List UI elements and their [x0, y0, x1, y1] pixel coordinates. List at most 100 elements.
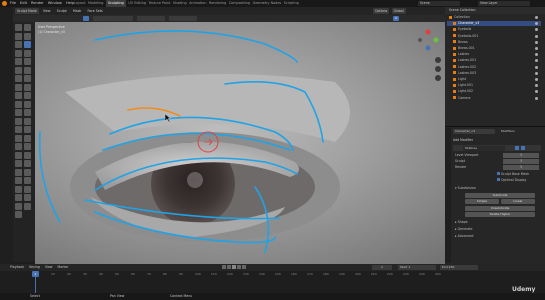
- timeline-marker-menu[interactable]: Marker: [58, 265, 69, 269]
- outliner-item[interactable]: Lashes.001: [447, 58, 541, 63]
- tool-annotate-icon[interactable]: [15, 211, 22, 218]
- radius-field[interactable]: [137, 16, 165, 21]
- object-name-field[interactable]: Character_v3: [453, 129, 495, 134]
- tool-mask-icon[interactable]: [15, 134, 22, 142]
- tool-scrape-icon[interactable]: [15, 75, 22, 82]
- outliner-item[interactable]: Character_v3: [447, 21, 541, 27]
- menu-edit[interactable]: Edit: [20, 0, 27, 7]
- tab-rendering[interactable]: Rendering: [209, 0, 226, 7]
- outliner-item[interactable]: Collection: [447, 15, 541, 20]
- tool-grab-icon[interactable]: [24, 83, 31, 91]
- tool-mask-by-color-icon[interactable]: [24, 185, 31, 193]
- visibility-eye-icon[interactable]: [535, 90, 538, 94]
- view-layer-selector[interactable]: View Layer: [478, 1, 530, 6]
- visibility-eye-icon[interactable]: [535, 34, 538, 38]
- tool-pose-icon[interactable]: [24, 100, 31, 108]
- subdivide-button[interactable]: Subdivide: [465, 193, 535, 198]
- outliner-item[interactable]: Lashes.002: [447, 65, 541, 70]
- current-frame-field[interactable]: 1: [372, 265, 392, 270]
- unsubdivide-button[interactable]: Unsubdivide: [465, 206, 535, 211]
- blender-logo-icon[interactable]: [2, 1, 7, 6]
- visibility-eye-icon[interactable]: [535, 71, 538, 75]
- outliner-item[interactable]: Camera: [447, 96, 541, 101]
- tool-multiplane-scrape-icon[interactable]: [24, 75, 31, 82]
- end-frame-field[interactable]: End 250: [440, 265, 478, 270]
- outliner-item[interactable]: Light.001: [447, 83, 541, 88]
- menu-view[interactable]: View: [41, 8, 53, 14]
- sculpt-base-checkbox[interactable]: [497, 172, 500, 175]
- tool-clay-icon[interactable]: [15, 32, 22, 40]
- tool-fill-icon[interactable]: [24, 66, 31, 74]
- global-menu[interactable]: Global: [391, 8, 406, 14]
- tab-shading[interactable]: Shading: [173, 0, 187, 7]
- tool-draw-sharp-icon[interactable]: [24, 24, 31, 31]
- tool-layer-icon[interactable]: [24, 41, 31, 48]
- options-menu[interactable]: Options: [373, 8, 390, 14]
- render-level-field[interactable]: 3: [503, 165, 539, 170]
- symmetry-x-button[interactable]: X: [393, 16, 399, 21]
- visibility-eye-icon[interactable]: [535, 47, 538, 50]
- tool-elastic-deform-icon[interactable]: [15, 92, 22, 99]
- menu-face-sets[interactable]: Face Sets: [86, 8, 105, 14]
- outliner-item[interactable]: Eyeballs.001: [447, 34, 541, 39]
- visibility-eye-icon[interactable]: [535, 59, 538, 63]
- tool-slide-relax-icon[interactable]: [15, 117, 22, 125]
- modifier-name-field[interactable]: Multires: [463, 145, 505, 151]
- tool-simplify-icon[interactable]: [24, 126, 31, 133]
- tab-sculpting[interactable]: Sculpting: [105, 0, 126, 7]
- tool-draw-face-sets-icon[interactable]: [24, 134, 31, 142]
- outliner-item[interactable]: Brows.001: [447, 46, 541, 51]
- level-viewport-field[interactable]: 3: [503, 153, 539, 158]
- sculpt-level-field[interactable]: 3: [503, 159, 539, 164]
- tool-mesh-filter-icon[interactable]: [24, 168, 31, 176]
- render-toggle-icon[interactable]: [521, 146, 525, 150]
- tab-uv-editing[interactable]: UV Editing: [128, 0, 146, 7]
- brush-selector[interactable]: [93, 16, 133, 21]
- tool-nudge-icon[interactable]: [15, 109, 22, 116]
- tool-lasso-trim-icon[interactable]: [24, 160, 31, 167]
- optimal-display-checkbox[interactable]: [497, 178, 500, 181]
- outliner-item[interactable]: Lashes.003: [447, 71, 541, 76]
- tool-rotate-gizmo-icon[interactable]: [24, 194, 31, 201]
- subdivision-section[interactable]: ▾ Subdivision: [455, 186, 545, 191]
- timeline-playback-menu[interactable]: Playback: [10, 265, 24, 269]
- mode-selector[interactable]: Sculpt Mode: [15, 8, 39, 14]
- outliner-item[interactable]: Light: [447, 77, 541, 82]
- timeline-keying-menu[interactable]: Keying: [29, 265, 40, 269]
- tool-move-icon[interactable]: [15, 194, 22, 201]
- next-key-icon[interactable]: [237, 265, 241, 269]
- scene-selector[interactable]: Scene: [418, 1, 460, 6]
- visibility-eye-icon[interactable]: [535, 40, 538, 44]
- strength-field[interactable]: [169, 16, 197, 21]
- outliner-item[interactable]: Eyeballs: [447, 27, 541, 32]
- tab-layout[interactable]: Layout: [74, 0, 86, 7]
- jump-end-icon[interactable]: [242, 265, 246, 269]
- play-icon[interactable]: [232, 265, 236, 269]
- tool-thumb-icon[interactable]: [15, 100, 22, 108]
- visibility-eye-icon[interactable]: [535, 16, 538, 19]
- realtime-toggle-icon[interactable]: [515, 146, 519, 150]
- prev-key-icon[interactable]: [227, 265, 231, 269]
- visibility-eye-icon[interactable]: [535, 22, 538, 26]
- add-modifier-button[interactable]: Add Modifier: [453, 138, 541, 143]
- tab-animation[interactable]: Animation: [189, 0, 206, 7]
- tool-snake-hook-icon[interactable]: [24, 92, 31, 99]
- visibility-eye-icon[interactable]: [535, 65, 538, 69]
- tool-boundary-icon[interactable]: [24, 117, 31, 125]
- tool-flatten-icon[interactable]: [15, 66, 22, 74]
- menu-file[interactable]: File: [10, 0, 16, 7]
- tool-cloth-icon[interactable]: [15, 126, 22, 133]
- jump-start-icon[interactable]: [222, 265, 226, 269]
- menu-render[interactable]: Render: [31, 0, 44, 7]
- brush-icon[interactable]: [83, 16, 89, 21]
- tool-crease-icon[interactable]: [15, 58, 22, 65]
- tool-rotate-icon[interactable]: [24, 109, 31, 116]
- tool-blob-icon[interactable]: [24, 49, 31, 57]
- tab-modeling[interactable]: Modeling: [88, 0, 103, 7]
- generate-section[interactable]: ▸ Generate: [455, 227, 545, 232]
- tab-compositing[interactable]: Compositing: [229, 0, 250, 7]
- tab-geometry-nodes[interactable]: Geometry Nodes: [253, 0, 282, 7]
- outliner-item[interactable]: Brows: [447, 40, 541, 45]
- viewport-controls[interactable]: [435, 57, 441, 81]
- timeline-ruler[interactable]: 0102030405060708090100110120130140150160…: [0, 272, 545, 278]
